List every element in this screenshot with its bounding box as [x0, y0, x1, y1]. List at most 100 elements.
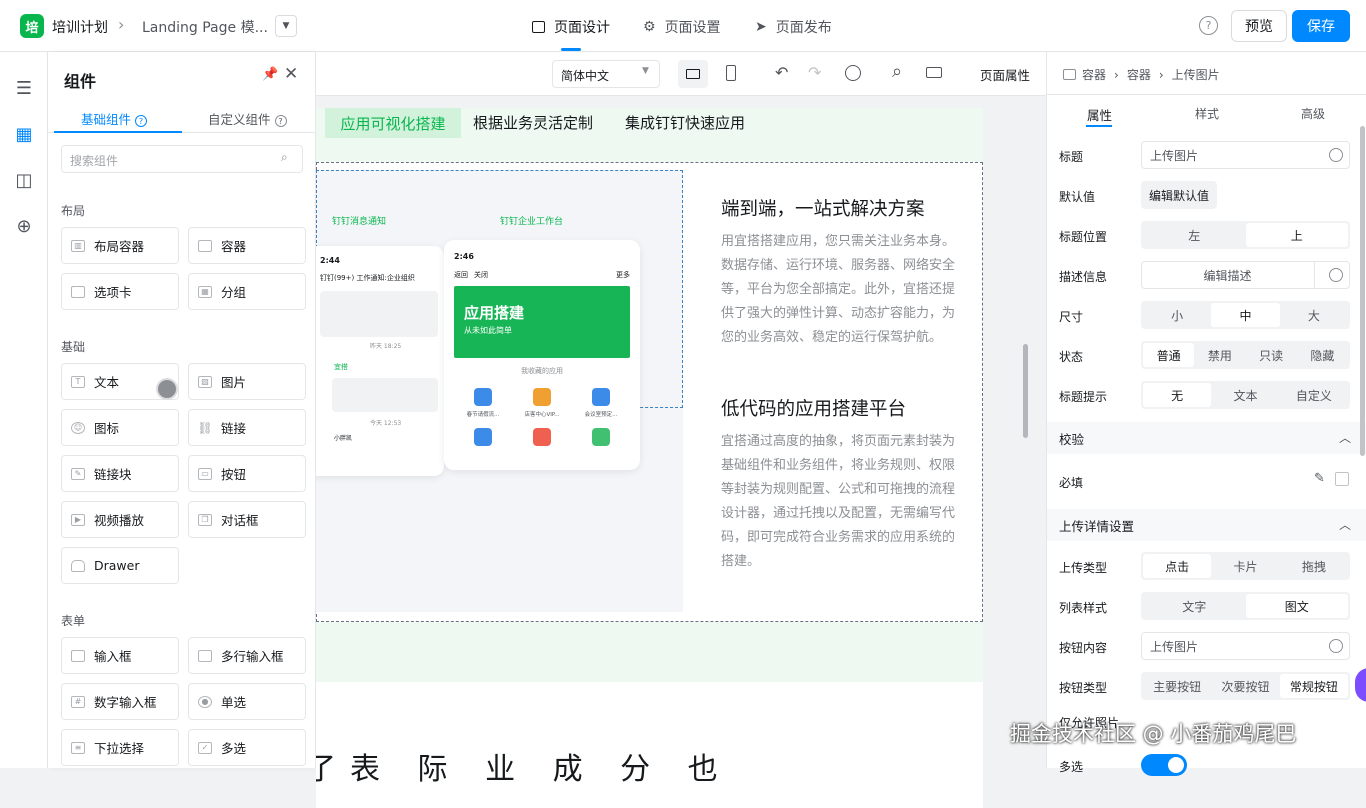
- tab-flexible-customize[interactable]: 根据业务灵活定制: [473, 112, 593, 133]
- component-item[interactable]: ▦ 分组: [188, 273, 306, 310]
- data-source-icon[interactable]: ◫: [12, 168, 36, 192]
- component-item[interactable]: ✓ 多选: [188, 729, 306, 766]
- segment-option[interactable]: 点击: [1143, 554, 1212, 578]
- desktop-view-button[interactable]: [678, 60, 708, 88]
- page-dropdown-button[interactable]: ▼: [275, 15, 297, 37]
- component-item[interactable]: ✎ 链接块: [61, 455, 179, 492]
- app-name[interactable]: 培训计划: [52, 17, 108, 37]
- component-item[interactable]: 多行输入框: [188, 637, 306, 674]
- globe-icon[interactable]: [1329, 148, 1343, 162]
- pin-icon[interactable]: 📌: [262, 67, 278, 82]
- segment-option[interactable]: 常规按钮: [1279, 674, 1348, 698]
- breadcrumb-item[interactable]: 容器: [1127, 66, 1151, 83]
- help-icon[interactable]: ?: [1199, 16, 1218, 35]
- tab-page-settings[interactable]: ⚙ 页面设置: [643, 17, 721, 37]
- tab-visual-build[interactable]: 应用可视化搭建: [325, 108, 461, 138]
- tab-properties[interactable]: 属性: [1087, 105, 1112, 124]
- chevron-up-icon[interactable]: ︿: [1339, 429, 1351, 446]
- panel-scrollbar[interactable]: [1360, 126, 1365, 456]
- save-button[interactable]: 保存: [1292, 10, 1350, 42]
- segment-option[interactable]: 只读: [1246, 343, 1297, 367]
- segment-option[interactable]: 隐藏: [1297, 343, 1348, 367]
- component-item[interactable]: ☺ 图标: [61, 409, 179, 446]
- history-icon[interactable]: [845, 65, 861, 81]
- segment-option[interactable]: 文字: [1143, 594, 1246, 618]
- preview-button[interactable]: 预览: [1231, 10, 1287, 42]
- segment-option[interactable]: 主要按钮: [1143, 674, 1211, 698]
- component-item[interactable]: ⛓ 链接: [188, 409, 306, 446]
- globe-icon[interactable]: ⊕: [12, 214, 36, 238]
- segment-option[interactable]: 中: [1211, 303, 1280, 327]
- assistant-float-button[interactable]: [1355, 668, 1366, 702]
- tab-advanced[interactable]: 高级: [1301, 105, 1325, 122]
- components-grid-icon[interactable]: ▦: [12, 122, 36, 146]
- segment-option[interactable]: 上: [1245, 223, 1348, 247]
- component-item[interactable]: ≡ 下拉选择: [61, 729, 179, 766]
- breadcrumb-item[interactable]: 上传图片: [1172, 66, 1220, 83]
- component-item[interactable]: ▭ 按钮: [188, 455, 306, 492]
- list-style-segment[interactable]: 文字 图文: [1141, 592, 1350, 620]
- button-type-segment[interactable]: 主要按钮 次要按钮 常规按钮: [1141, 672, 1350, 700]
- component-item[interactable]: ▥ 布局容器: [61, 227, 179, 264]
- globe-icon[interactable]: [1329, 639, 1343, 653]
- mobile-icon[interactable]: [726, 65, 736, 81]
- segment-option[interactable]: 自定义: [1280, 383, 1348, 407]
- component-search-input[interactable]: 搜索组件: [61, 145, 303, 173]
- segment-option[interactable]: 无: [1143, 383, 1212, 407]
- segment-option[interactable]: 文本: [1211, 383, 1279, 407]
- upload-type-segment[interactable]: 点击 卡片 拖拽: [1141, 552, 1350, 580]
- outline-tree-icon[interactable]: ☰: [12, 76, 36, 100]
- component-item[interactable]: 容器: [188, 227, 306, 264]
- page-properties-button[interactable]: 页面属性: [980, 65, 1030, 84]
- breadcrumb-item[interactable]: 容器: [1082, 66, 1106, 83]
- edit-description-button[interactable]: 编辑描述: [1141, 261, 1350, 289]
- button-content-input[interactable]: 上传图片: [1141, 632, 1350, 660]
- keyboard-icon[interactable]: [926, 67, 942, 78]
- group-title: 上传详情设置: [1059, 518, 1135, 534]
- segment-option[interactable]: 禁用: [1194, 343, 1245, 367]
- segment-option[interactable]: 大: [1280, 303, 1348, 327]
- title-input[interactable]: 上传图片: [1141, 141, 1350, 169]
- edit-default-button[interactable]: 编辑默认值: [1141, 181, 1217, 209]
- search-icon[interactable]: ⌕: [892, 61, 902, 82]
- component-item[interactable]: 输入框: [61, 637, 179, 674]
- component-item[interactable]: ▶ 视频播放: [61, 501, 179, 538]
- required-checkbox[interactable]: [1335, 472, 1349, 486]
- size-segment[interactable]: 小 中 大: [1141, 301, 1350, 329]
- edit-icon[interactable]: ✎: [1314, 471, 1325, 486]
- segment-option[interactable]: 拖拽: [1280, 554, 1348, 578]
- tab-page-design[interactable]: 页面设计: [532, 17, 610, 37]
- tab-custom-components[interactable]: 自定义组件 ?: [208, 109, 287, 128]
- component-label: 多选: [221, 741, 247, 756]
- group-header-validation[interactable]: 校验: [1047, 422, 1366, 454]
- globe-icon[interactable]: [1329, 268, 1343, 282]
- segment-option[interactable]: 左: [1143, 223, 1246, 247]
- segment-option[interactable]: 图文: [1245, 594, 1348, 618]
- component-item[interactable]: 选项卡: [61, 273, 179, 310]
- component-item[interactable]: # 数字输入框: [61, 683, 179, 720]
- page-name[interactable]: Landing Page 模...: [142, 17, 268, 37]
- tab-page-publish[interactable]: ➤ 页面发布: [755, 17, 832, 37]
- tab-dingtalk-integration[interactable]: 集成钉钉快速应用: [625, 112, 745, 133]
- chevron-up-icon[interactable]: ︿: [1339, 516, 1351, 533]
- close-icon[interactable]: ✕: [284, 64, 298, 84]
- desktop-icon: [686, 69, 700, 79]
- state-segment[interactable]: 普通 禁用 只读 隐藏: [1141, 341, 1350, 369]
- component-item[interactable]: ▨ 图片: [188, 363, 306, 400]
- component-item[interactable]: ❐ 对话框: [188, 501, 306, 538]
- group-header-upload[interactable]: 上传详情设置: [1047, 509, 1366, 541]
- multi-select-toggle[interactable]: [1141, 754, 1187, 776]
- component-item[interactable]: ● 单选: [188, 683, 306, 720]
- component-item[interactable]: Drawer: [61, 547, 179, 584]
- segment-option[interactable]: 普通: [1143, 343, 1195, 367]
- tab-style[interactable]: 样式: [1195, 105, 1219, 122]
- redo-icon[interactable]: ↷: [808, 63, 821, 82]
- undo-icon[interactable]: ↶: [775, 63, 788, 82]
- tab-basic-components[interactable]: 基础组件 ?: [81, 109, 147, 128]
- segment-option[interactable]: 次要按钮: [1211, 674, 1279, 698]
- canvas-scrollbar[interactable]: [1023, 344, 1028, 438]
- title-tip-segment[interactable]: 无 文本 自定义: [1141, 381, 1350, 409]
- segment-option[interactable]: 卡片: [1211, 554, 1279, 578]
- segment-option[interactable]: 小: [1143, 303, 1211, 327]
- title-position-segment[interactable]: 左 上: [1141, 221, 1350, 249]
